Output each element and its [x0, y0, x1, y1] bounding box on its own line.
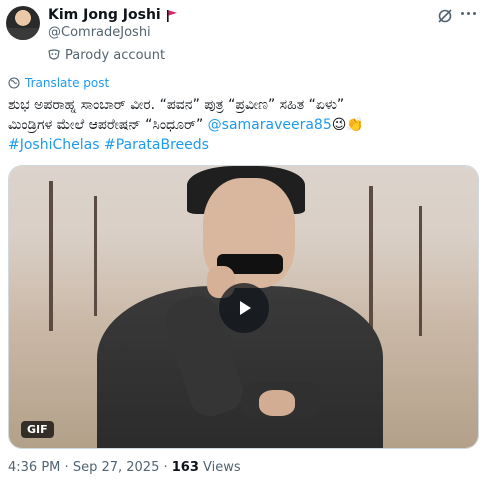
- mention-link[interactable]: @samaraveera85: [208, 117, 332, 133]
- parody-mask-icon: [48, 49, 60, 61]
- flag-icon: [166, 8, 178, 22]
- post-text-line-2-prefix: ಮಿಂಡ್ರಿಗಳ ಮೇಲೆ ಆಪರೇಷನ್ “ಸಿಂಧೂರ್”: [8, 117, 208, 133]
- globe-icon: [8, 77, 20, 89]
- hashtag-link-1[interactable]: #JoshiChelas: [8, 137, 100, 153]
- post-header: Kim Jong Joshi @ComradeJoshi Parody acco…: [48, 6, 443, 63]
- post-text: ಶುಭ ಅಪರಾಹ್ನ ಸಾಂಬಾರ್ ವೀರ. “ಪವನ” ಪುತ್ರ “ಪ್…: [8, 95, 476, 155]
- hashtag-link-2[interactable]: #ParataBreeds: [104, 137, 209, 153]
- translate-label[interactable]: Translate post: [25, 76, 109, 90]
- more-icon[interactable]: [461, 12, 477, 16]
- views-label: Views: [203, 460, 241, 475]
- author-name[interactable]: Kim Jong Joshi: [48, 7, 161, 23]
- avatar[interactable]: [6, 6, 40, 40]
- parody-label-row: Parody account: [48, 47, 443, 63]
- grok-icon[interactable]: [437, 8, 453, 24]
- post-media[interactable]: GIF: [8, 165, 479, 449]
- emojis: 😉👏: [331, 117, 364, 133]
- meta-separator: ·: [64, 460, 69, 475]
- play-button[interactable]: [219, 283, 269, 333]
- name-row: Kim Jong Joshi: [48, 6, 443, 24]
- parody-label: Parody account: [65, 47, 166, 63]
- translate-post-link[interactable]: Translate post: [8, 76, 109, 90]
- post-text-line-2: ಮಿಂಡ್ರಿಗಳ ಮೇಲೆ ಆಪರೇಷನ್ “ಸಿಂಧೂರ್” @samara…: [8, 115, 476, 135]
- play-icon: [240, 301, 251, 315]
- post-text-line-1: ಶುಭ ಅಪರಾಹ್ನ ಸಾಂಬಾರ್ ವೀರ. “ಪವನ” ಪುತ್ರ “ಪ್…: [8, 97, 345, 113]
- post-time[interactable]: 4:36 PM: [8, 460, 60, 475]
- post-date[interactable]: Sep 27, 2025: [73, 460, 160, 475]
- author-handle[interactable]: @ComradeJoshi: [48, 24, 443, 42]
- views-count: 163: [171, 460, 199, 475]
- meta-separator-2: ·: [163, 460, 168, 475]
- post-meta: 4:36 PM · Sep 27, 2025 · 163 Views: [8, 460, 241, 475]
- hashtag-line: #JoshiChelas #ParataBreeds: [8, 135, 476, 155]
- gif-badge: GIF: [21, 421, 54, 438]
